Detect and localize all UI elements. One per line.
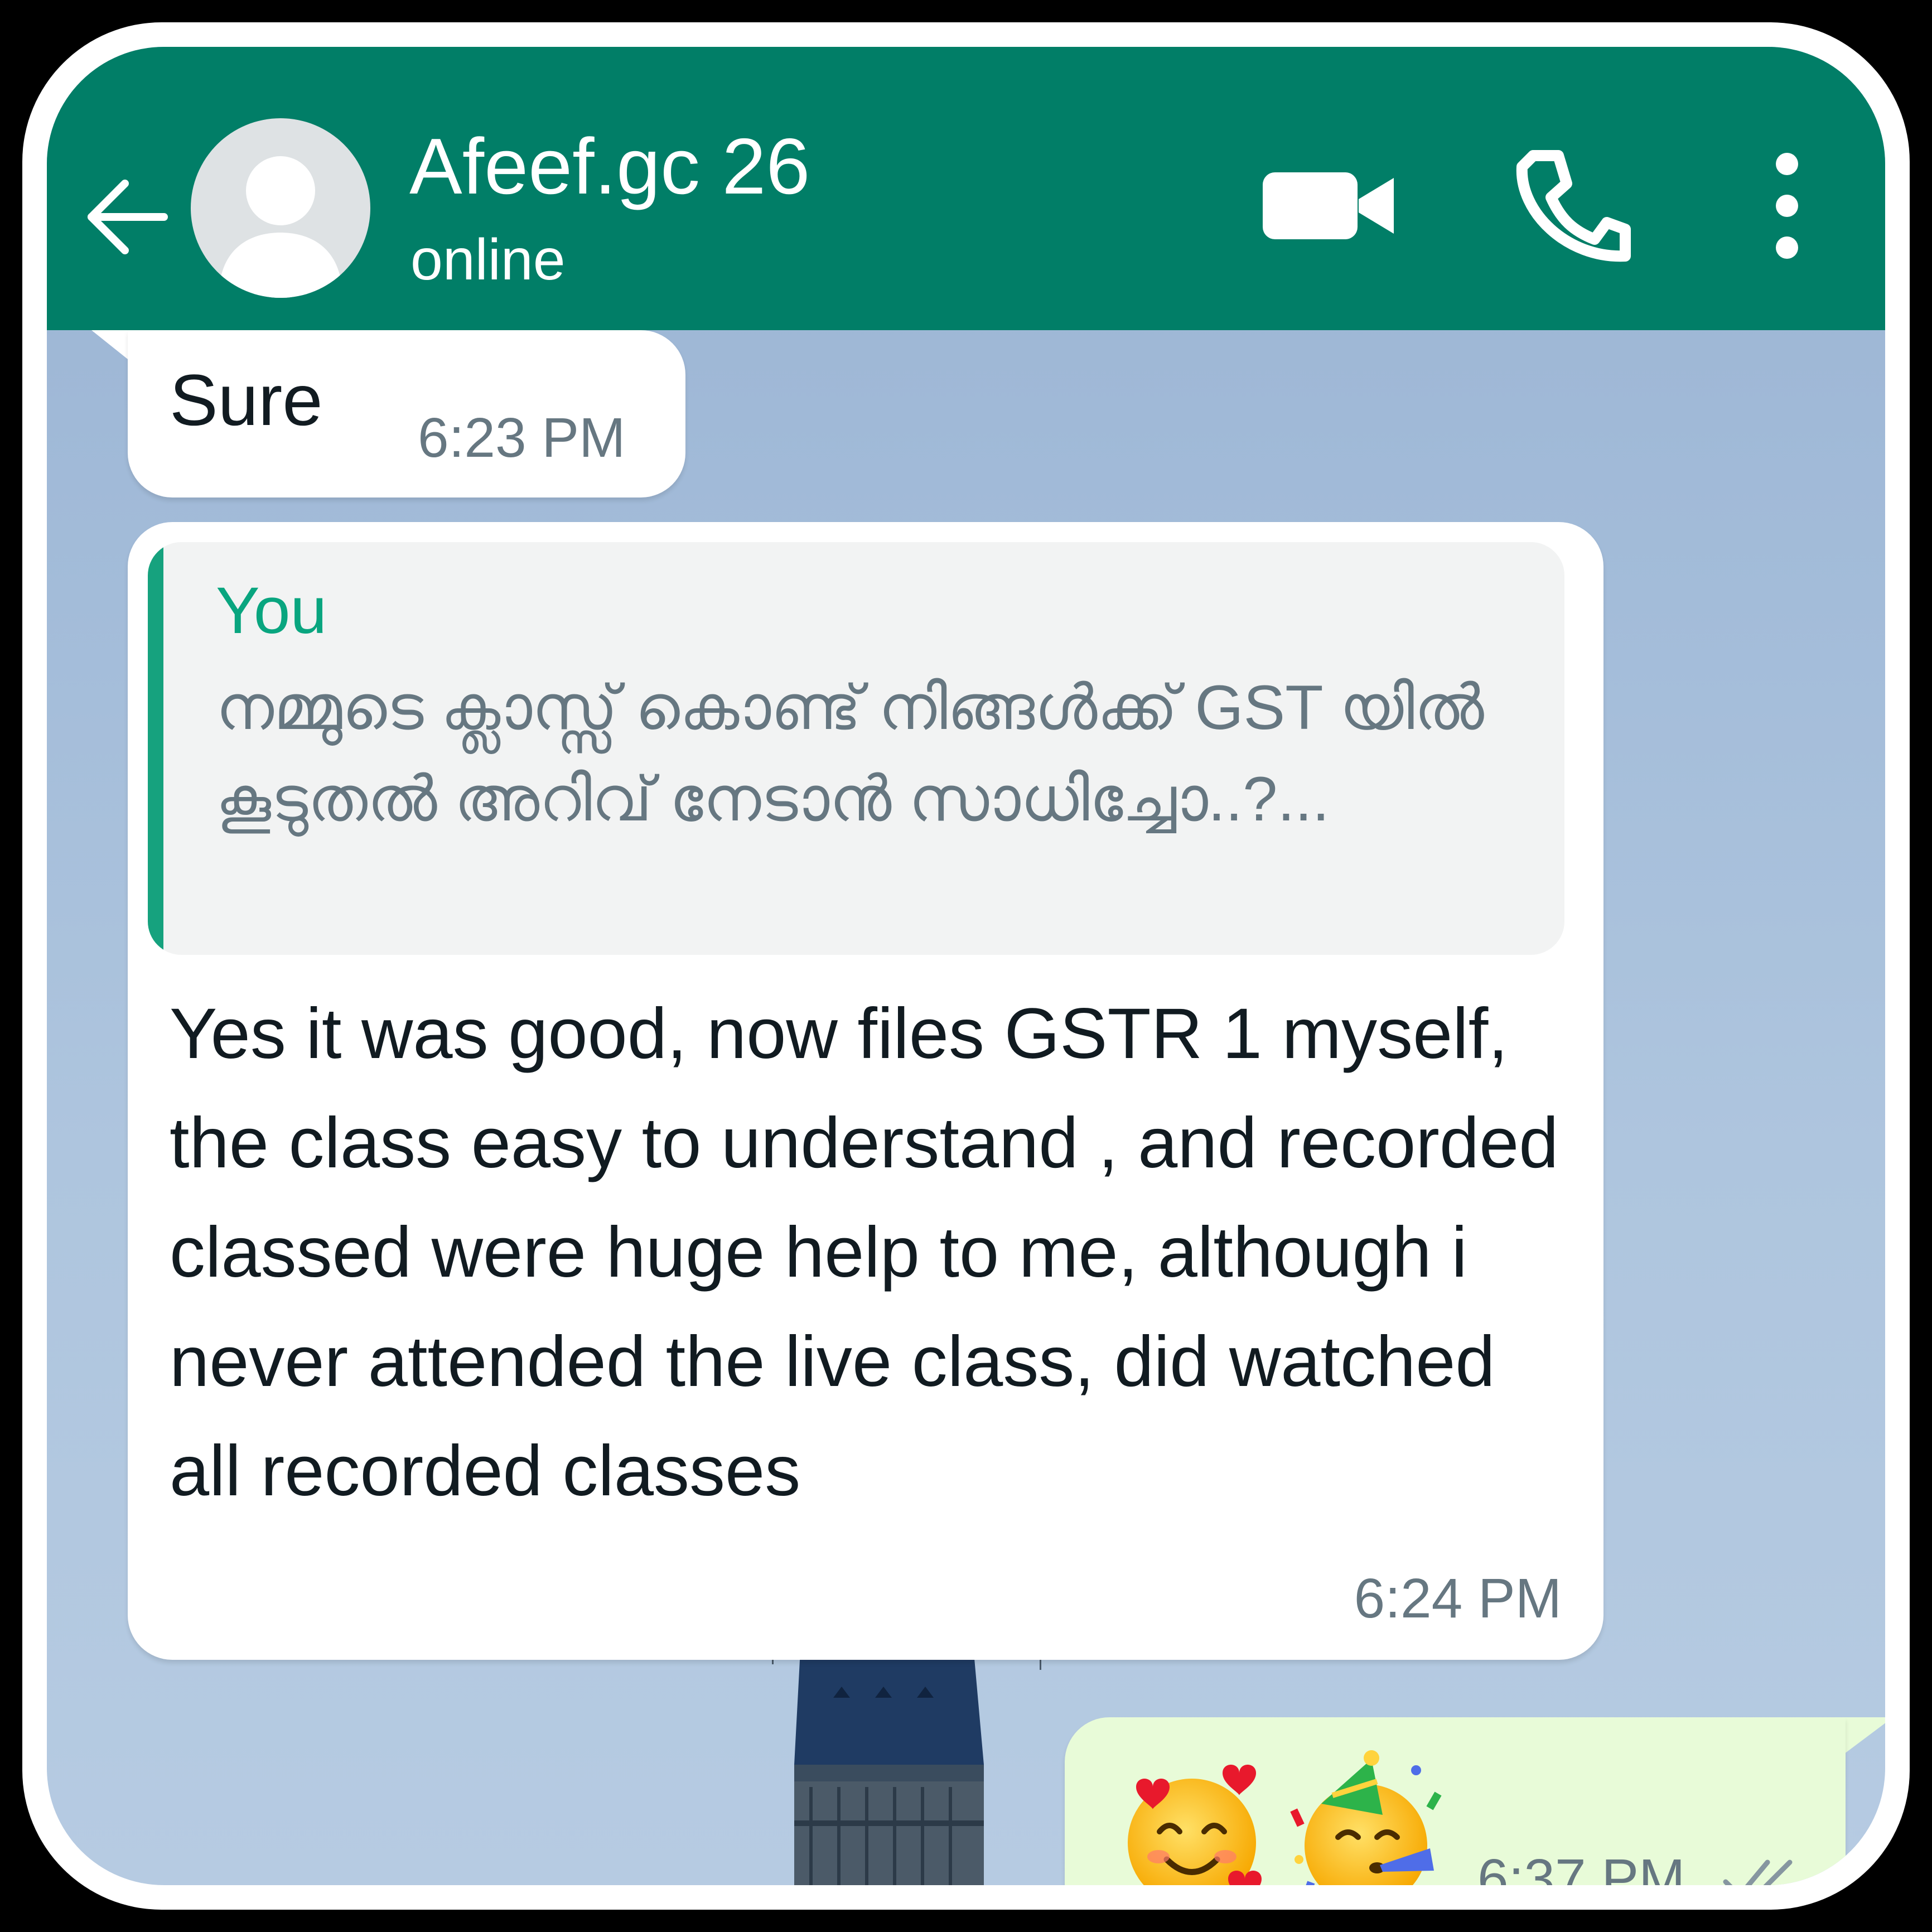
incoming-reply-message[interactable]: You നമ്മുടെ ക്ലാസ്സ്‌ കൊണ്ട് നിങ്ങൾക്ക് … [128, 522, 1603, 1660]
quote-text: നമ്മുടെ ക്ലാസ്സ്‌ കൊണ്ട് നിങ്ങൾക്ക് GST … [216, 673, 1484, 834]
chat-screen: Afeef.gc 26 online Sure 6:23 PM You നമ്മ… [47, 47, 1885, 1885]
message-text: Sure [170, 359, 323, 441]
phone-frame: Afeef.gc 26 online Sure 6:23 PM You നമ്മ… [22, 22, 1910, 1910]
message-timestamp: 6:24 PM [1354, 1567, 1562, 1630]
quote-author: You [216, 574, 327, 648]
message-timestamp: 6:23 PM [418, 407, 626, 469]
more-vertical-icon[interactable] [1754, 144, 1820, 267]
quote-accent-bar [148, 542, 163, 955]
phone-icon[interactable] [1511, 144, 1634, 267]
smiling-face-with-hearts-emoji [1128, 1765, 1262, 1885]
back-arrow-icon[interactable] [80, 172, 170, 262]
double-check-icon [1723, 1859, 1793, 1885]
message-timestamp: 6:37 PM [1477, 1848, 1685, 1885]
outgoing-message[interactable]: 6:37 PM [1065, 1717, 1846, 1885]
video-camera-icon[interactable] [1257, 156, 1402, 256]
contact-name[interactable]: Afeef.gc 26 [409, 122, 810, 211]
default-avatar-icon[interactable] [191, 118, 370, 298]
message-text: Yes it was good, now files GSTR 1 myself… [170, 994, 1559, 1511]
chat-header: Afeef.gc 26 online [47, 47, 1885, 330]
partying-face-emoji [1290, 1750, 1442, 1885]
incoming-message[interactable]: Sure 6:23 PM [128, 330, 685, 498]
contact-status: online [410, 228, 566, 292]
quoted-message[interactable]: You നമ്മുടെ ക്ലാസ്സ്‌ കൊണ്ട് നിങ്ങൾക്ക് … [148, 542, 1564, 955]
